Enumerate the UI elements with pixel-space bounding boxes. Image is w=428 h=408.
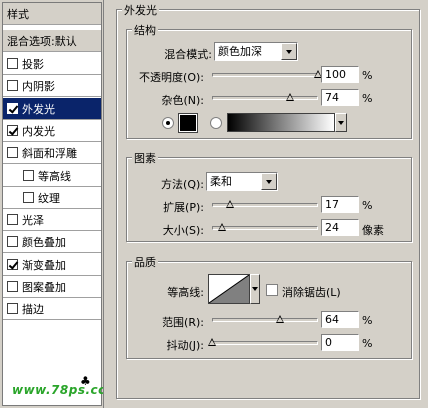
opacity-slider-track[interactable] [212, 73, 318, 77]
size-input[interactable]: 24 [321, 219, 359, 236]
styles-list: 样式 混合选项:默认 投影内阴影外发光内发光斜面和浮雕等高线纹理光泽颜色叠加渐变… [2, 2, 102, 406]
method-label: 方法(Q): [161, 178, 204, 191]
blend-mode-label: 混合模式: [164, 48, 212, 61]
gradient-radio[interactable] [210, 117, 222, 129]
style-item-inner-glow[interactable]: 内发光 [3, 120, 101, 142]
style-item-gradient-overlay[interactable]: 渐变叠加 [3, 254, 101, 276]
noise-label: 杂色(N): [161, 94, 204, 107]
style-checkbox[interactable] [7, 125, 18, 136]
range-unit: % [362, 314, 373, 327]
opacity-unit: % [362, 69, 373, 82]
jitter-unit: % [362, 337, 373, 350]
color-swatch-icon[interactable] [178, 113, 198, 133]
noise-slider-thumb[interactable] [286, 93, 294, 101]
size-slider-track[interactable] [212, 226, 318, 230]
structure-title: 结构 [132, 22, 158, 38]
style-item-label: 颜色叠加 [22, 235, 66, 249]
gradient-icon[interactable] [227, 113, 335, 132]
method-select[interactable]: 柔和 [206, 172, 278, 191]
styles-header: 样式 [3, 3, 101, 25]
style-item-label: 内发光 [22, 124, 55, 138]
opacity-label: 不透明度(O): [139, 71, 204, 84]
contour-curve-icon[interactable] [208, 274, 250, 304]
spread-unit: % [362, 199, 373, 212]
noise-unit: % [362, 92, 373, 105]
style-item-texture[interactable]: 纹理 [3, 187, 101, 209]
size-label: 大小(S): [162, 224, 204, 237]
contour-label: 等高线: [167, 286, 204, 299]
style-checkbox[interactable] [7, 259, 18, 270]
blending-options-item[interactable]: 混合选项:默认 [3, 30, 101, 52]
style-checkbox[interactable] [7, 281, 18, 292]
jitter-input[interactable]: 0 [321, 334, 359, 351]
style-item-outer-glow[interactable]: 外发光 [3, 98, 101, 120]
style-checkbox[interactable] [7, 147, 18, 158]
style-item-bevel-emboss[interactable]: 斜面和浮雕 [3, 142, 101, 164]
style-item-satin[interactable]: 光泽 [3, 209, 101, 231]
style-item-color-overlay[interactable]: 颜色叠加 [3, 231, 101, 253]
style-item-drop-shadow[interactable]: 投影 [3, 53, 101, 75]
mouse-icon: ♣ [80, 374, 91, 388]
spread-input[interactable]: 17 [321, 196, 359, 213]
style-item-label: 光泽 [22, 213, 44, 227]
style-checkbox[interactable] [7, 236, 18, 247]
range-label: 范围(R): [162, 316, 204, 329]
contour-chevron-down-icon[interactable] [250, 274, 260, 304]
range-input[interactable]: 64 [321, 311, 359, 328]
gradient-chevron-down-icon[interactable] [335, 113, 347, 132]
style-item-contour[interactable]: 等高线 [3, 165, 101, 187]
style-checkbox[interactable] [7, 58, 18, 69]
chevron-down-icon[interactable] [261, 173, 277, 190]
quality-title: 品质 [132, 254, 158, 270]
spread-slider-thumb[interactable] [226, 200, 234, 208]
style-item-label: 描边 [22, 302, 44, 316]
opacity-input[interactable]: 100 [321, 66, 359, 83]
range-slider-track[interactable] [212, 318, 318, 322]
style-checkbox[interactable] [7, 103, 18, 114]
style-item-label: 纹理 [38, 191, 60, 205]
style-item-label: 外发光 [22, 102, 55, 116]
style-item-label: 等高线 [38, 169, 71, 183]
noise-input[interactable]: 74 [321, 89, 359, 106]
styles-sidebar: 样式 混合选项:默认 投影内阴影外发光内发光斜面和浮雕等高线纹理光泽颜色叠加渐变… [0, 0, 119, 408]
antialias-checkbox[interactable] [266, 284, 278, 296]
style-item-stroke[interactable]: 描边 [3, 298, 101, 320]
outer-glow-settings: 外发光 结构 混合模式: 颜色加深 不透明度(O): 100 % 杂色(N): … [104, 0, 428, 408]
size-unit: 像素 [362, 224, 384, 237]
style-checkbox[interactable] [7, 214, 18, 225]
style-checkbox[interactable] [7, 80, 18, 91]
jitter-slider-thumb[interactable] [208, 338, 216, 346]
elements-title: 图素 [132, 150, 158, 166]
jitter-label: 抖动(J): [166, 339, 204, 352]
style-checkbox[interactable] [7, 303, 18, 314]
style-item-label: 投影 [22, 57, 44, 71]
style-item-label: 渐变叠加 [22, 258, 66, 272]
outer-glow-title: 外发光 [122, 2, 159, 18]
style-item-label: 内阴影 [22, 79, 55, 93]
spread-label: 扩展(P): [163, 201, 204, 214]
range-slider-thumb[interactable] [276, 315, 284, 323]
jitter-slider-track[interactable] [212, 341, 318, 345]
chevron-down-icon[interactable] [281, 43, 297, 60]
style-item-inner-shadow[interactable]: 内阴影 [3, 75, 101, 97]
blend-mode-select[interactable]: 颜色加深 [214, 42, 298, 61]
antialias-label: 消除锯齿(L) [282, 286, 341, 299]
style-item-label: 斜面和浮雕 [22, 146, 77, 160]
solid-color-radio[interactable] [162, 117, 174, 129]
style-checkbox[interactable] [23, 192, 34, 203]
style-item-label: 图案叠加 [22, 280, 66, 294]
contour-curve-graphic [208, 274, 250, 304]
size-slider-thumb[interactable] [218, 223, 226, 231]
style-item-pattern-overlay[interactable]: 图案叠加 [3, 276, 101, 298]
style-checkbox[interactable] [23, 170, 34, 181]
noise-slider-track[interactable] [212, 96, 318, 100]
